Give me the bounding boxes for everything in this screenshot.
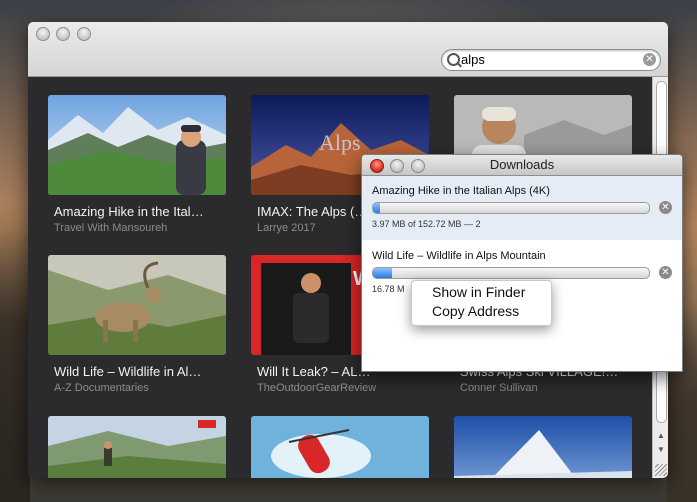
search-input[interactable] bbox=[461, 52, 631, 67]
minimize-window-button[interactable] bbox=[56, 27, 70, 41]
titlebar: ✕ bbox=[28, 22, 668, 77]
video-card[interactable]: Wild Life – Wildlife in Al… A-Z Document… bbox=[48, 255, 226, 395]
video-card[interactable] bbox=[251, 416, 429, 478]
downloads-title: Downloads bbox=[489, 157, 555, 172]
menu-item-show-in-finder[interactable]: Show in Finder bbox=[432, 284, 525, 300]
cancel-download-icon[interactable]: ✕ bbox=[659, 266, 672, 279]
video-title[interactable]: Wild Life – Wildlife in Al… bbox=[54, 364, 229, 379]
video-title[interactable]: Amazing Hike in the Ital… bbox=[54, 204, 229, 219]
menu-item-copy-address[interactable]: Copy Address bbox=[432, 303, 519, 319]
clear-search-icon[interactable]: ✕ bbox=[643, 53, 656, 66]
context-menu: Show in Finder Copy Address bbox=[411, 280, 552, 326]
download-name: Amazing Hike in the Italian Alps (4K) bbox=[372, 185, 550, 197]
video-channel[interactable]: Travel With Mansoureh bbox=[54, 222, 229, 234]
download-item[interactable]: Amazing Hike in the Italian Alps (4K) 3.… bbox=[362, 176, 682, 240]
video-card[interactable] bbox=[454, 416, 632, 478]
video-thumbnail[interactable] bbox=[48, 255, 226, 355]
thumbnail-overlay-text: Alps bbox=[319, 130, 361, 155]
downloads-panel: Downloads Amazing Hike in the Italian Al… bbox=[361, 154, 683, 372]
download-status: 16.78 M bbox=[372, 284, 405, 294]
zoom-window-button[interactable] bbox=[77, 27, 91, 41]
video-channel[interactable]: TheOutdoorGearReview bbox=[257, 382, 432, 394]
search-field[interactable]: ✕ bbox=[441, 49, 661, 71]
scroll-up-arrow-icon[interactable]: ▲ bbox=[656, 431, 666, 441]
downloads-zoom-button[interactable] bbox=[411, 159, 425, 173]
cancel-download-icon[interactable]: ✕ bbox=[659, 201, 672, 214]
video-card[interactable] bbox=[48, 416, 226, 478]
downloads-close-button[interactable] bbox=[370, 159, 384, 173]
search-icon bbox=[447, 53, 460, 66]
video-thumbnail[interactable] bbox=[48, 416, 226, 478]
video-card[interactable]: Amazing Hike in the Ital… Travel With Ma… bbox=[48, 95, 226, 235]
resize-grip-icon[interactable] bbox=[655, 464, 667, 476]
video-thumbnail[interactable] bbox=[48, 95, 226, 195]
scroll-down-arrow-icon[interactable]: ▼ bbox=[656, 445, 666, 455]
download-progress-fill bbox=[373, 203, 381, 213]
video-channel[interactable]: Conner Sullivan bbox=[460, 382, 635, 394]
download-name: Wild Life – Wildlife in Alps Mountain bbox=[372, 250, 546, 262]
downloads-minimize-button[interactable] bbox=[390, 159, 404, 173]
download-progress-fill bbox=[373, 268, 393, 278]
video-channel[interactable]: A-Z Documentaries bbox=[54, 382, 229, 394]
close-window-button[interactable] bbox=[36, 27, 50, 41]
download-progress-bar bbox=[372, 202, 650, 214]
video-thumbnail[interactable] bbox=[251, 416, 429, 478]
desktop-tree-left bbox=[0, 202, 30, 502]
download-status: 3.97 MB of 152.72 MB — 2 bbox=[372, 219, 481, 229]
video-thumbnail[interactable] bbox=[454, 416, 632, 478]
downloads-titlebar: Downloads bbox=[362, 155, 682, 176]
download-progress-bar bbox=[372, 267, 650, 279]
